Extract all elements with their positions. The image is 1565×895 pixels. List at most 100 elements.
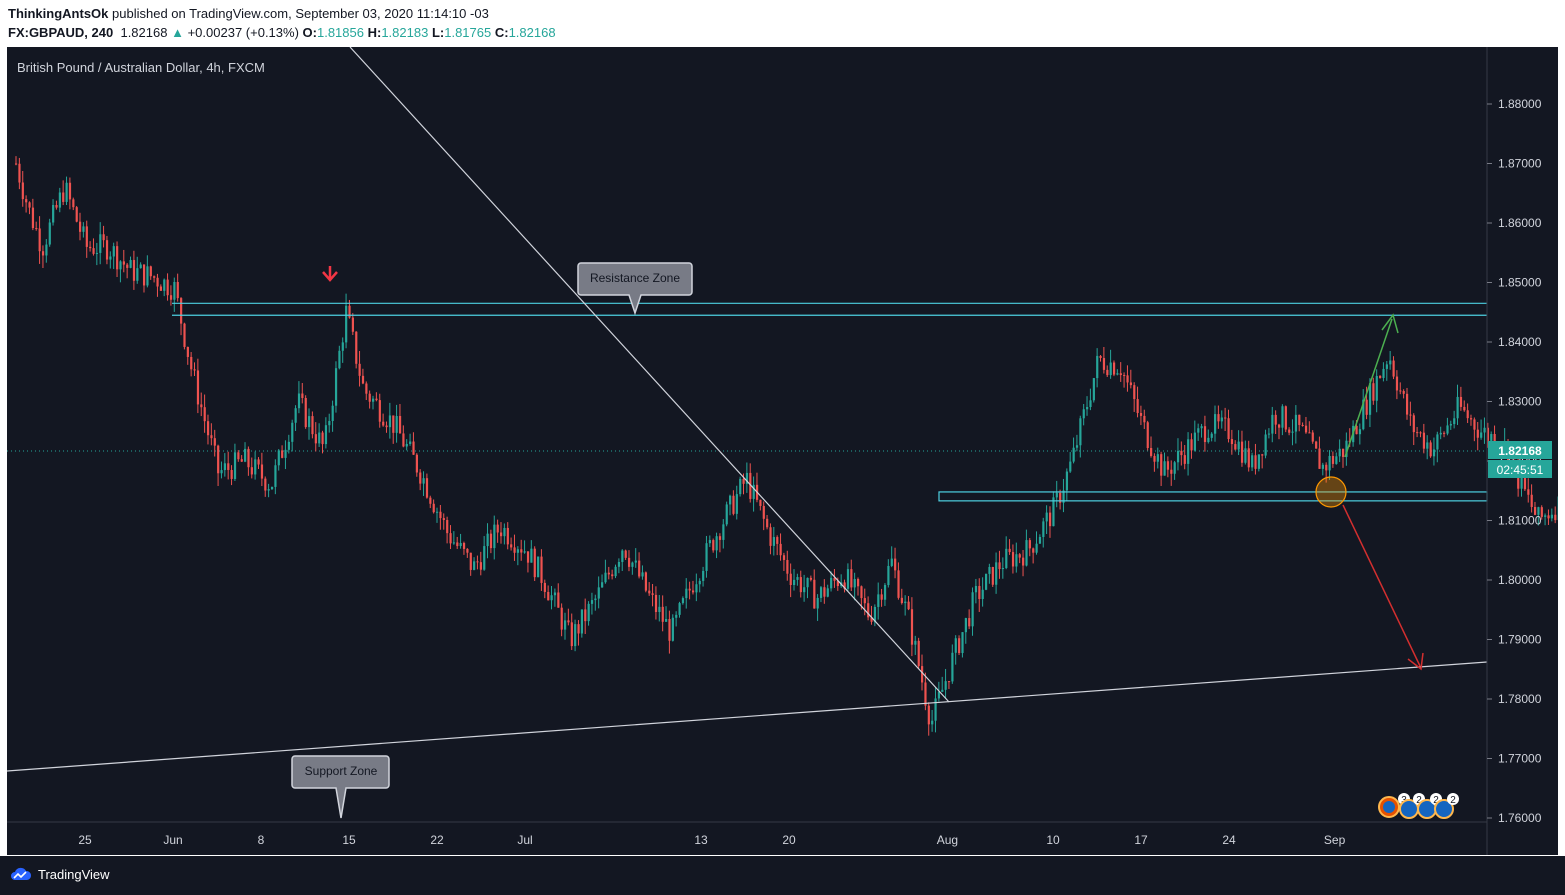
candle-down	[759, 499, 762, 506]
candle-down	[1224, 417, 1227, 419]
y-tick-label: 1.79000	[1498, 633, 1542, 647]
candle-down	[149, 266, 152, 277]
candle-down	[1416, 432, 1419, 434]
candle-up	[614, 566, 617, 577]
candle-up	[136, 268, 139, 281]
candle-down	[1554, 514, 1557, 521]
candle-up	[961, 632, 964, 654]
candle-down	[1123, 375, 1126, 377]
candle-down	[314, 434, 317, 444]
candle-up	[1116, 373, 1119, 375]
candle-down	[1547, 515, 1550, 519]
candle-down	[304, 397, 307, 428]
tradingview-cloud-icon	[11, 867, 32, 880]
chart-area[interactable]: 1.88000 1.87000 1.86000 1.85000 1.84000 1.830…	[6, 46, 1565, 855]
candle-up	[803, 587, 806, 593]
y-tick-label: 1.81000	[1498, 514, 1542, 528]
x-tick-label: 20	[782, 833, 796, 847]
event-badges[interactable]: 3 2 2 2	[1378, 793, 1459, 819]
candle-up	[944, 681, 947, 690]
candle-up	[1069, 461, 1072, 472]
candle-up	[634, 560, 637, 563]
candle-down	[1304, 425, 1308, 433]
candle-up	[1220, 417, 1223, 422]
tradingview-logo[interactable]: TradingView	[10, 866, 110, 882]
candle-up	[580, 609, 584, 634]
candle-down	[1160, 454, 1163, 476]
candle-down	[1143, 415, 1146, 423]
candle-down	[627, 557, 631, 567]
candle-up	[516, 549, 520, 553]
candle-up	[277, 450, 280, 466]
candle-down	[156, 277, 159, 287]
candle-up	[846, 569, 850, 589]
candle-up	[1055, 492, 1058, 498]
candle-up	[722, 524, 725, 540]
candle-down	[1153, 455, 1156, 462]
candle-down	[1365, 399, 1368, 415]
candle-down	[217, 445, 220, 474]
candle-down	[1325, 464, 1328, 471]
candle-down	[1311, 432, 1314, 442]
candle-up	[883, 585, 887, 600]
candle-up	[806, 577, 809, 588]
candle-up	[452, 542, 456, 544]
candle-down	[1419, 432, 1422, 434]
candle-up	[904, 601, 907, 604]
candle-up	[1052, 497, 1055, 527]
candle-down	[260, 464, 264, 479]
candle-up	[665, 618, 668, 622]
candle-down	[1032, 548, 1035, 553]
candle-down	[611, 574, 614, 577]
candle-up	[1321, 464, 1324, 469]
author-name[interactable]: ThinkingAntsOk	[8, 6, 108, 21]
candle-up	[146, 266, 149, 286]
candle-down	[1018, 554, 1021, 558]
candle-up	[1156, 454, 1159, 462]
candle-up	[297, 393, 301, 409]
candle-down	[786, 559, 789, 574]
candle-down	[385, 425, 388, 428]
candle-up	[1382, 368, 1385, 378]
candle-down	[469, 552, 472, 570]
candle-up	[338, 350, 341, 369]
support-callout[interactable]: Support Zone	[291, 755, 390, 819]
time-axis[interactable]: 25 Jun 8 15 22 Jul 13 20 Aug 10 17 24 Sep	[78, 833, 1345, 847]
candle-down	[776, 537, 779, 544]
support-callout-text: Support Zone	[305, 764, 378, 778]
candle-up	[48, 222, 51, 245]
candle-down	[1463, 406, 1466, 411]
candle-up	[537, 556, 540, 578]
x-tick-label: 10	[1046, 833, 1060, 847]
candle-down	[1136, 399, 1139, 414]
candle-down	[998, 562, 1001, 570]
candle-down	[1126, 375, 1129, 383]
candle-down	[1011, 552, 1015, 567]
candle-up	[82, 226, 85, 232]
candle-down	[92, 248, 95, 254]
candle-up	[954, 638, 957, 653]
candle-down	[264, 478, 267, 491]
candle-up	[974, 585, 978, 593]
candle-up	[1257, 454, 1260, 469]
resistance-callout[interactable]: Resistance Zone	[577, 262, 693, 316]
candle-down	[577, 624, 580, 634]
candle-down	[789, 573, 792, 586]
candle-up	[1163, 461, 1166, 476]
candle-up	[951, 652, 954, 682]
candle-down	[1112, 362, 1116, 375]
candle-up	[853, 579, 856, 588]
low-label: L:	[431, 25, 445, 40]
candle-down	[1399, 390, 1402, 392]
candle-up	[594, 598, 597, 601]
candle-down	[1247, 448, 1250, 468]
candle-down	[968, 618, 971, 627]
candle-down	[1203, 426, 1207, 443]
price-chart[interactable]: 1.88000 1.87000 1.86000 1.85000 1.84000 1.830…	[6, 46, 1565, 855]
candle-down	[857, 579, 860, 587]
highlight-circle	[1315, 476, 1347, 508]
candle-down	[419, 472, 422, 484]
candle-down	[38, 228, 41, 252]
candle-up	[1244, 448, 1247, 463]
candle-down	[378, 400, 381, 422]
